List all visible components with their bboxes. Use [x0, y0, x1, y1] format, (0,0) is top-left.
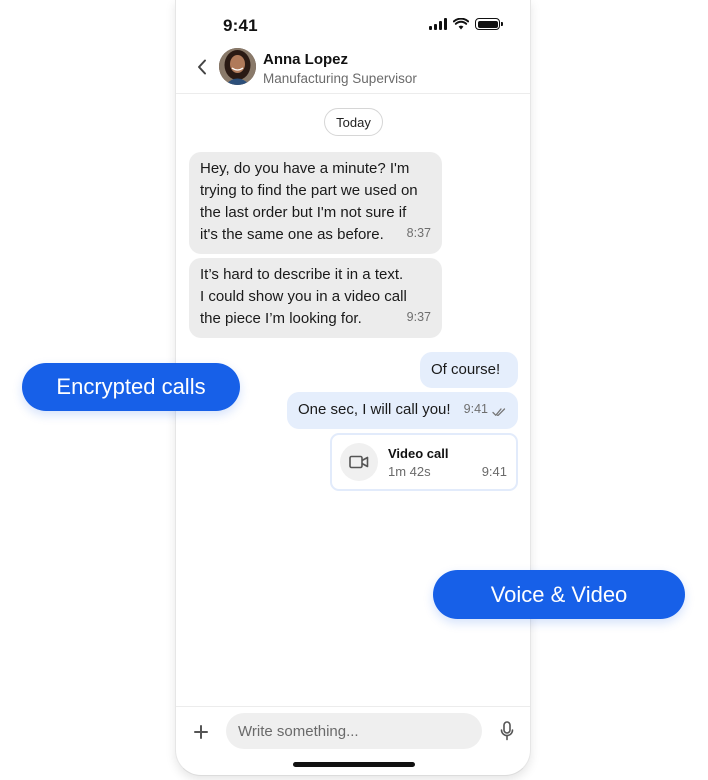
message-text: Of course! [431, 361, 501, 378]
message-time: 8:37 [406, 226, 431, 240]
date-separator: Today [324, 108, 383, 136]
chat-header: Anna Lopez Manufacturing Supervisor [176, 42, 530, 94]
composer-bar [176, 706, 530, 754]
call-duration: 1m 42s [388, 464, 431, 479]
battery-icon [475, 18, 503, 30]
double-check-icon [492, 408, 506, 416]
message-line: trying to find the part we used on [200, 182, 418, 199]
microphone-button[interactable] [497, 720, 517, 742]
message-input[interactable] [226, 713, 482, 749]
message-line: the piece I’m looking for. [200, 310, 362, 327]
incoming-message[interactable]: It’s hard to describe it in a text. I co… [189, 258, 442, 338]
message-time: 9:41 [463, 402, 488, 416]
microphone-icon [500, 721, 514, 741]
status-time: 9:41 [223, 16, 258, 35]
contact-name: Anna Lopez [263, 51, 348, 68]
video-camera-icon [349, 455, 369, 469]
contact-role: Manufacturing Supervisor [263, 71, 417, 86]
message-line: Hey, do you have a minute? I'm [200, 160, 410, 177]
message-time: 9:37 [406, 310, 431, 324]
message-line: it's the same one as before. [200, 226, 384, 243]
voice-video-tag: Voice & Video [433, 570, 685, 619]
back-button[interactable] [192, 56, 212, 78]
incoming-message[interactable]: Hey, do you have a minute? I'm trying to… [189, 152, 442, 254]
home-indicator [293, 762, 415, 767]
avatar[interactable] [219, 48, 256, 85]
message-line: It’s hard to describe it in a text. [200, 266, 404, 283]
call-title: Video call [388, 446, 449, 461]
chevron-left-icon [198, 59, 206, 75]
video-call-card[interactable]: Video call 1m 42s 9:41 [330, 433, 518, 491]
call-icon-badge [340, 443, 378, 481]
status-icons [429, 18, 503, 30]
outgoing-message[interactable]: Of course! [420, 352, 518, 388]
signal-icon [429, 18, 447, 30]
message-line: the last order but I'm not sure if [200, 204, 407, 221]
outgoing-message[interactable]: One sec, I will call you! 9:41 [287, 392, 518, 429]
wifi-icon [453, 18, 469, 30]
plus-icon[interactable] [192, 723, 210, 741]
call-time: 9:41 [481, 464, 507, 479]
avatar-photo [219, 48, 256, 85]
message-line: I could show you in a video call [200, 288, 407, 305]
encrypted-calls-tag: Encrypted calls [22, 363, 240, 411]
